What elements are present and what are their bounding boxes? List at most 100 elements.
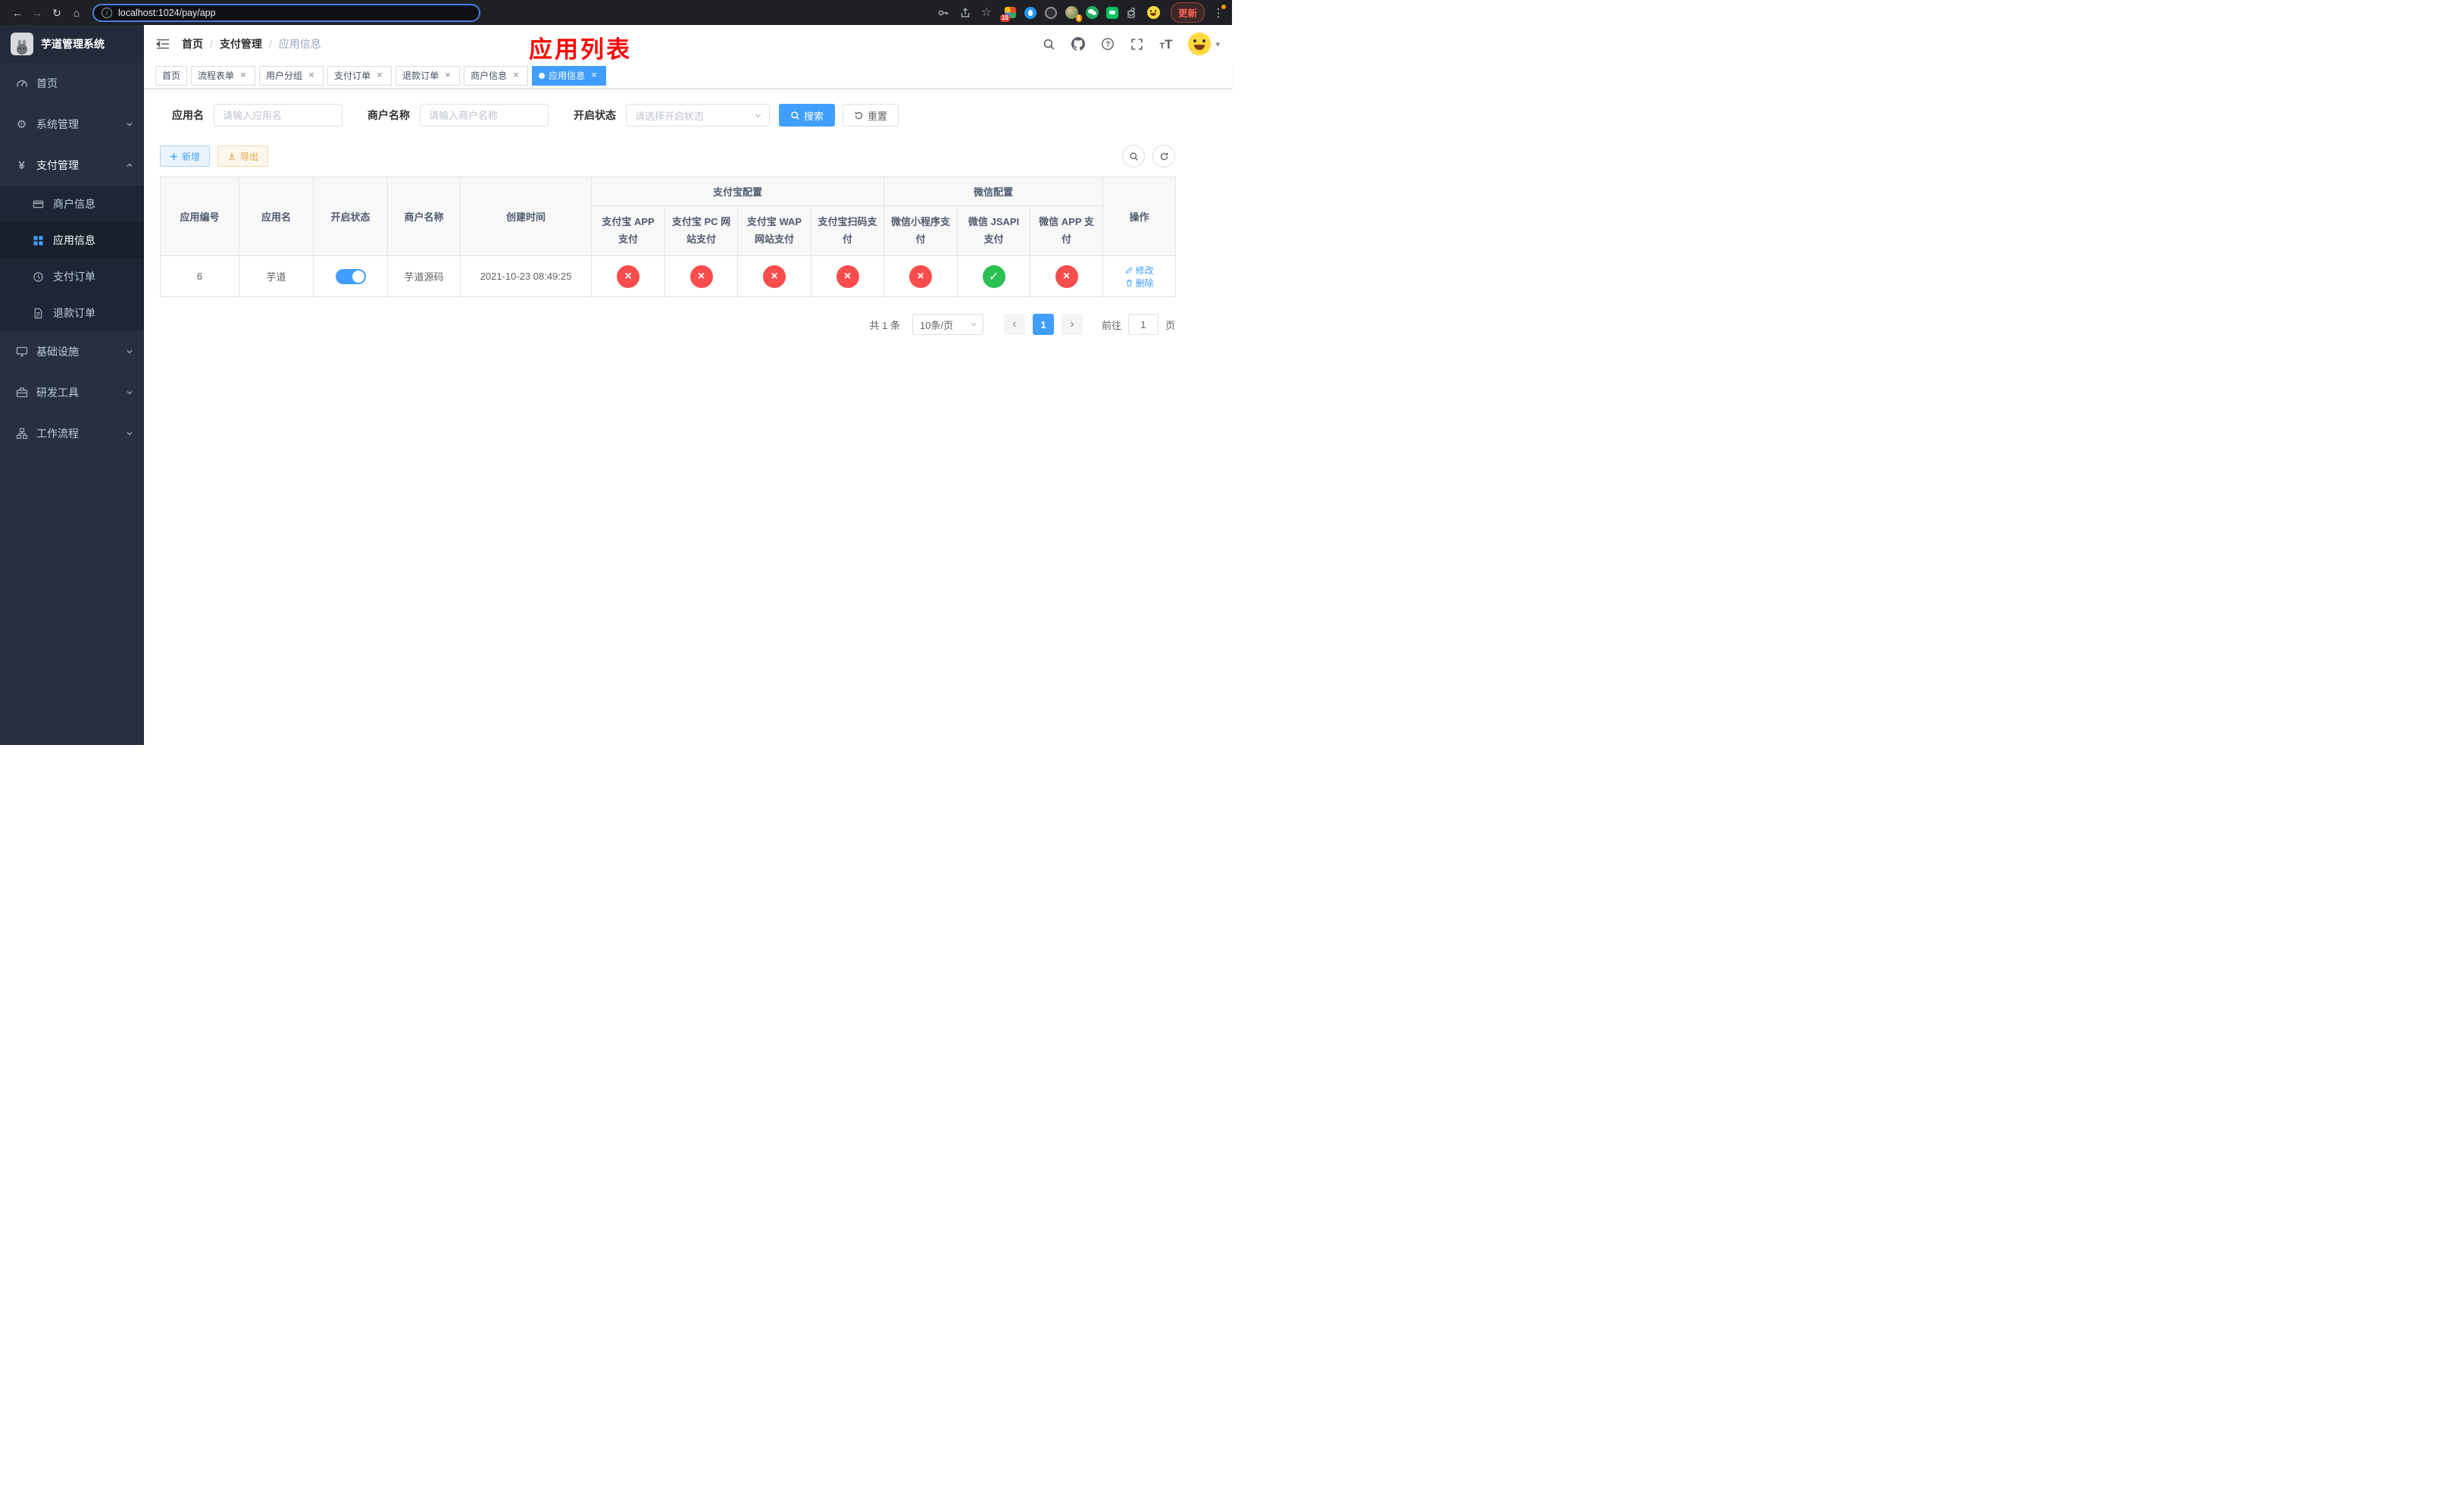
pagination: 共 1 条 10条/页 ‹ 1 › 前往 页 <box>160 314 1175 335</box>
close-icon[interactable]: × <box>306 70 317 81</box>
profile-extension-icon[interactable]: 1 <box>1065 6 1082 22</box>
sidebar: 芋道管理系统 首页 ⚙ 系统管理 ¥ 支付管理 商户信息 应用信息 支付订单 退… <box>0 25 144 745</box>
extension-icon-2[interactable] <box>1024 6 1037 19</box>
extensions-puzzle-icon[interactable] <box>1127 6 1140 19</box>
merchant-name-input[interactable] <box>420 104 549 127</box>
tab-pay-order[interactable]: 支付订单 × <box>327 65 392 86</box>
password-key-icon[interactable] <box>937 7 949 19</box>
update-notification-dot <box>1221 4 1226 9</box>
header-search-icon[interactable] <box>1043 38 1055 51</box>
toggle-search-button[interactable] <box>1122 145 1145 167</box>
bookmark-star-icon[interactable]: ☆ <box>981 6 992 19</box>
sidebar-item-workflow[interactable]: 工作流程 <box>0 413 144 454</box>
chrome-update-button[interactable]: 更新 <box>1170 2 1205 23</box>
breadcrumb-home[interactable]: 首页 <box>182 36 203 52</box>
export-button[interactable]: 导出 <box>217 146 269 167</box>
sidebar-item-pay-order[interactable]: 支付订单 <box>0 258 144 295</box>
user-menu[interactable]: ▾ <box>1188 33 1220 55</box>
sidebar-item-devtools[interactable]: 研发工具 <box>0 372 144 413</box>
wx-mini-status-icon: × <box>909 265 933 288</box>
tab-user-group[interactable]: 用户分组 × <box>259 65 324 86</box>
chat-extension-icon[interactable] <box>1106 6 1119 19</box>
sidebar-item-label: 工作流程 <box>36 427 79 440</box>
app-name-input[interactable] <box>214 104 342 127</box>
merchant-name-label: 商户名称 <box>367 109 410 121</box>
close-icon[interactable]: × <box>238 70 249 81</box>
fullscreen-icon[interactable] <box>1130 38 1143 51</box>
sidebar-item-home[interactable]: 首页 <box>0 63 144 104</box>
tab-app-info[interactable]: 应用信息 × <box>532 65 607 86</box>
share-icon[interactable] <box>959 7 971 19</box>
tab-home[interactable]: 首页 <box>155 65 188 86</box>
breadcrumb-payment[interactable]: 支付管理 <box>220 36 262 52</box>
cell-actions: 修改 删除 <box>1102 255 1177 297</box>
browser-back-button[interactable]: ← <box>8 3 27 23</box>
status-toggle[interactable] <box>335 268 366 284</box>
browser-reload-button[interactable]: ↻ <box>47 3 67 23</box>
edit-link[interactable]: 修改 <box>1125 264 1154 277</box>
alipay-qr-status-icon: × <box>836 265 859 288</box>
extensions-cluster: 10 1 <box>999 6 1160 22</box>
tab-label: 流程表单 <box>198 70 235 81</box>
col-alipay-wap: 支付宝 WAP 网站支付 <box>737 205 811 256</box>
table-toolbar: 新增 导出 <box>160 145 1175 167</box>
font-size-icon[interactable]: TT <box>1159 38 1172 51</box>
app-table: 应用编号 应用名 开启状态 商户名称 创建时间 支付宝配置 微信配置 操作 支付… <box>160 177 1177 297</box>
sidebar-item-refund-order[interactable]: 退款订单 <box>0 295 144 331</box>
chevron-down-icon <box>126 389 133 396</box>
page-number-1[interactable]: 1 <box>1032 314 1054 335</box>
refresh-table-button[interactable] <box>1152 145 1175 167</box>
next-page-button[interactable]: › <box>1061 314 1083 335</box>
prev-page-button[interactable]: ‹ <box>1003 314 1025 335</box>
sidebar-item-app-info[interactable]: 应用信息 <box>0 222 144 258</box>
sidebar-toggle-icon[interactable] <box>156 38 170 50</box>
yen-icon: ¥ <box>18 158 25 172</box>
url-text[interactable]: localhost:1024/pay/app <box>118 8 216 18</box>
sidebar-item-payment[interactable]: ¥ 支付管理 <box>0 145 144 186</box>
tab-label: 支付订单 <box>334 70 371 81</box>
github-icon[interactable] <box>1071 37 1086 51</box>
pagination-total: 共 1 条 <box>869 319 900 331</box>
tab-refund-order[interactable]: 退款订单 × <box>396 65 461 86</box>
sidebar-item-system[interactable]: ⚙ 系统管理 <box>0 104 144 145</box>
emoji-extension-icon[interactable] <box>1146 6 1160 19</box>
col-actions: 操作 <box>1102 177 1177 256</box>
browser-home-button[interactable]: ⌂ <box>67 3 86 23</box>
close-icon[interactable]: × <box>511 70 521 81</box>
wechat-devtools-icon[interactable] <box>1085 6 1099 19</box>
table-row: 6 芋道 芋道源码 2021-10-23 08:49:25 × × × × × … <box>160 255 1177 297</box>
close-icon[interactable]: × <box>589 70 599 81</box>
page-size-select[interactable]: 10条/页 <box>911 314 983 335</box>
goto-page-input[interactable] <box>1127 314 1159 335</box>
status-select[interactable]: 请选择开启状态 <box>626 104 770 127</box>
browser-menu-icon[interactable]: ⋮ <box>1212 4 1226 20</box>
close-icon[interactable]: × <box>374 70 385 81</box>
app-logo <box>11 33 33 55</box>
delete-link[interactable]: 删除 <box>1125 277 1154 290</box>
search-button[interactable]: 搜索 <box>779 104 836 127</box>
app-frame: 芋道管理系统 首页 ⚙ 系统管理 ¥ 支付管理 商户信息 应用信息 支付订单 退… <box>0 25 1232 745</box>
main-area: 首页 / 支付管理 / 应用信息 ? T T ▾ 首页 流程表单 × 用户分组 … <box>144 25 1232 745</box>
sidebar-item-label: 应用信息 <box>53 234 95 246</box>
chevron-up-icon <box>126 161 133 169</box>
cell-created: 2021-10-23 08:49:25 <box>460 255 592 297</box>
sidebar-item-infrastructure[interactable]: 基础设施 <box>0 331 144 372</box>
app-logo-row[interactable]: 芋道管理系统 <box>0 25 144 63</box>
close-icon[interactable]: × <box>442 70 453 81</box>
browser-forward-button[interactable]: → <box>27 3 47 23</box>
tab-process-form[interactable]: 流程表单 × <box>191 65 256 86</box>
extension-icon-1[interactable]: 10 <box>999 6 1017 22</box>
tab-merchant-info[interactable]: 商户信息 × <box>464 65 529 86</box>
tags-view-bar: 首页 流程表单 × 用户分组 × 支付订单 × 退款订单 × 商户信息 × 应用… <box>144 63 1232 89</box>
sidebar-item-merchant-info[interactable]: 商户信息 <box>0 186 144 222</box>
extension-icon-3[interactable] <box>1045 6 1058 19</box>
page-annotation-title: 应用列表 <box>529 36 632 63</box>
chevron-down-icon <box>126 348 133 355</box>
refresh-icon <box>855 111 863 119</box>
help-icon[interactable]: ? <box>1101 37 1115 51</box>
tab-label: 退款订单 <box>402 70 439 81</box>
reset-button[interactable]: 重置 <box>843 104 899 127</box>
add-button[interactable]: 新增 <box>160 146 211 167</box>
address-bar[interactable]: i localhost:1024/pay/app <box>92 3 480 22</box>
site-info-icon[interactable]: i <box>102 7 112 18</box>
